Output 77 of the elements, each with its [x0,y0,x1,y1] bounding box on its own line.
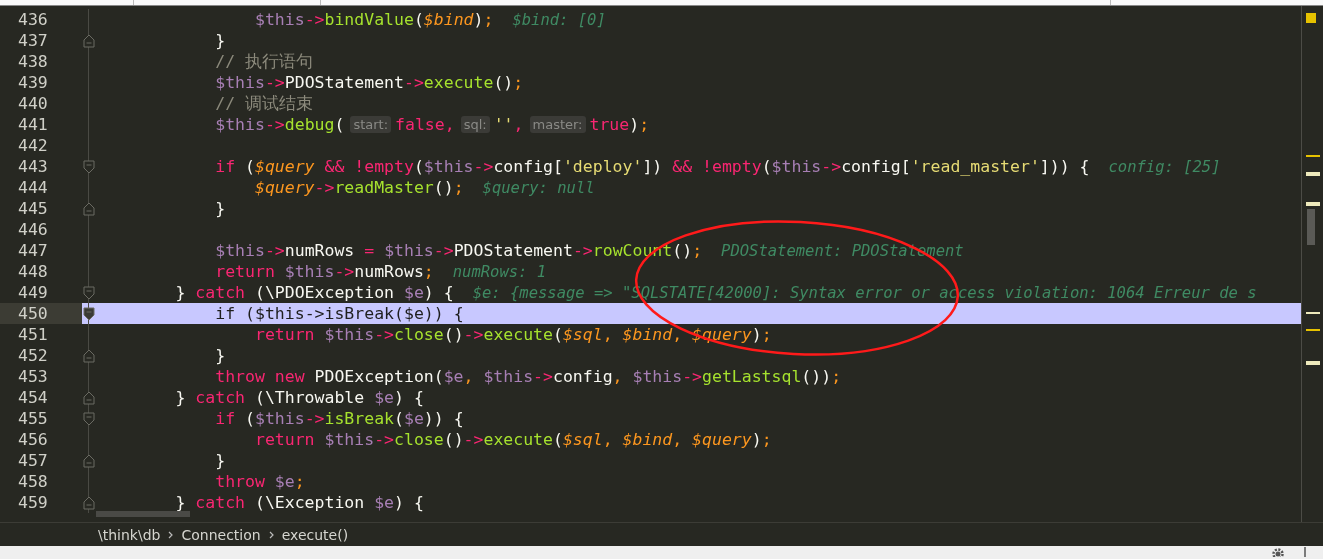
code-text: $query->readMaster(); [253,178,464,197]
fold-collapse-icon[interactable] [83,306,95,321]
code-text: } catch (\Exception $e) { [174,493,424,512]
fold-end-icon[interactable] [83,201,95,216]
parameter-hint: start: [350,116,392,133]
code-text: if ($query && !empty($this->config['deploy']) && !empty($this->config['read_master'])) { [214,157,1090,176]
line-number: 441 [17,114,49,135]
scroll-marker [1306,361,1320,365]
code-text: return $this->close()->execute($sql, $bind, $query); [253,430,772,449]
line-number: 458 [17,471,49,492]
line-number: 439 [17,72,49,93]
code-text: false, [395,115,455,134]
fold-end-icon[interactable] [83,390,95,405]
scrollbar-track[interactable] [1301,6,1323,522]
code-text: } [214,31,226,50]
breadcrumb-item[interactable]: Connection [181,526,261,543]
code-text: } catch (\Throwable $e) { [174,388,424,407]
line-number: 444 [17,177,49,198]
code-text: } [214,346,226,365]
line-number: 459 [17,492,49,513]
parameter-hint: sql: [460,116,490,133]
line-number: 449 [17,282,49,303]
scrollbar-thumb[interactable] [1307,209,1315,245]
code-text: $this->debug( [214,115,345,134]
line-number: 442 [17,135,49,156]
fold-end-icon[interactable] [83,495,95,510]
settings-icon[interactable] [1271,547,1285,557]
scroll-marker [1306,329,1320,331]
code-text: throw new PDOException($e, $this->config, $this->getLastsql()); [214,367,842,386]
debug-value-hint: numRows: 1 [452,262,547,281]
code-text: '', [493,115,524,134]
line-number: 456 [17,429,49,450]
line-number: 455 [17,408,49,429]
breadcrumb-item[interactable]: \think\db [98,526,161,543]
breadcrumb-item[interactable]: execute() [281,526,349,543]
line-number: 454 [17,387,49,408]
line-number: 447 [17,240,49,261]
chevron-icon [268,530,274,539]
scroll-marker [1306,13,1316,23]
scroll-marker [1306,172,1320,176]
horizontal-scrollbar-thumb[interactable] [96,511,190,517]
line-number: 457 [17,450,49,471]
debug-value-hint: $query: null [482,178,595,197]
code-text: if ($this->isBreak($e)) { [214,409,464,428]
code-text: } [214,199,226,218]
line-number: 446 [17,219,49,240]
code-text: } [214,451,226,470]
line-number: 450 [0,303,82,324]
debug-value-hint: config: [25] [1108,157,1221,176]
code-text: $this->bindValue($bind); [253,10,494,29]
line-number: 438 [17,51,49,72]
line-number: 443 [17,156,49,177]
parameter-hint: master: [529,116,586,133]
scroll-marker [1306,155,1320,157]
code-text: throw $e; [214,472,305,491]
code-text: } catch (\PDOException $e) { [174,283,454,302]
code-text: if ($this->isBreak($e)) { [214,304,464,323]
line-number: 436 [17,9,49,30]
fold-end-icon[interactable] [83,453,95,468]
line-number: 452 [17,345,49,366]
line-number: 453 [17,366,49,387]
code-text: true); [589,115,650,134]
code-text: // 执行语句 [214,50,313,73]
scroll-marker [1306,312,1320,314]
code-text: // 调试结束 [214,92,313,115]
code-text: $this->PDOStatement->execute(); [214,73,524,92]
line-number: 437 [17,30,49,51]
chevron-icon [168,530,174,539]
fold-end-icon[interactable] [83,348,95,363]
fold-end-icon[interactable] [83,33,95,48]
scroll-marker [1306,202,1320,206]
debug-value-hint: $bind: [0] [512,10,606,29]
line-number: 440 [17,93,49,114]
code-text: return $this->numRows; [214,262,434,281]
line-number: 445 [17,198,49,219]
line-number: 451 [17,324,49,345]
line-number: 448 [17,261,49,282]
